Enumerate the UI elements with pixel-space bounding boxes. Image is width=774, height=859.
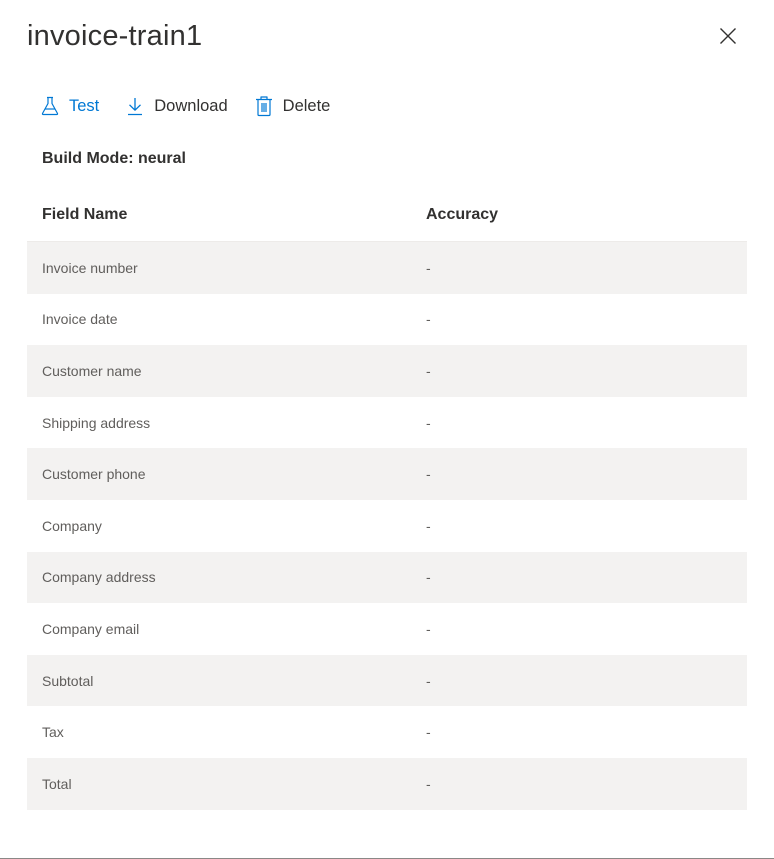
table-row[interactable]: Invoice number - bbox=[27, 242, 747, 294]
table-row[interactable]: Company address - bbox=[27, 551, 747, 604]
panel-title: invoice-train1 bbox=[27, 20, 203, 52]
field-name-cell: Company address bbox=[42, 569, 156, 586]
beaker-icon bbox=[39, 95, 61, 117]
field-name-cell: Company email bbox=[42, 620, 140, 637]
field-name-cell: Tax bbox=[42, 724, 64, 741]
delete-button-label: Delete bbox=[282, 96, 331, 115]
close-icon bbox=[719, 27, 737, 50]
accuracy-cell: - bbox=[426, 569, 431, 586]
test-button[interactable]: Test bbox=[36, 90, 102, 122]
download-button[interactable]: Download bbox=[121, 90, 230, 122]
download-icon bbox=[124, 95, 146, 117]
field-name-cell: Invoice date bbox=[42, 311, 118, 328]
download-button-label: Download bbox=[154, 96, 228, 115]
field-name-cell: Invoice number bbox=[42, 259, 138, 276]
field-name-cell: Subtotal bbox=[42, 672, 94, 689]
field-name-cell: Total bbox=[42, 775, 72, 792]
table-row[interactable]: Subtotal - bbox=[27, 654, 747, 707]
accuracy-cell: - bbox=[426, 466, 431, 483]
accuracy-cell: - bbox=[426, 620, 431, 637]
table-row[interactable]: Customer name - bbox=[27, 345, 747, 397]
column-header-accuracy[interactable]: Accuracy bbox=[411, 206, 747, 224]
table-row[interactable]: Company - bbox=[27, 500, 747, 552]
build-mode-label: Build Mode: neural bbox=[42, 150, 186, 167]
command-bar: Test Download Delete bbox=[36, 90, 352, 122]
table-row[interactable]: Total - bbox=[27, 757, 747, 810]
accuracy-cell: - bbox=[426, 775, 431, 792]
field-name-cell: Customer name bbox=[42, 362, 142, 379]
test-button-label: Test bbox=[69, 96, 100, 115]
accuracy-cell: - bbox=[426, 517, 431, 534]
accuracy-cell: - bbox=[426, 414, 431, 431]
accuracy-cell: - bbox=[426, 259, 431, 276]
trash-icon bbox=[253, 95, 275, 117]
table-row[interactable]: Tax - bbox=[27, 706, 747, 758]
field-accuracy-table: Field Name Accuracy Invoice number - Inv… bbox=[27, 189, 747, 810]
column-header-field-name[interactable]: Field Name bbox=[27, 206, 411, 224]
model-details-panel: invoice-train1 Test Download Delete Buil… bbox=[0, 0, 774, 859]
table-row[interactable]: Invoice date - bbox=[27, 294, 747, 346]
table-row[interactable]: Customer phone - bbox=[27, 448, 747, 500]
field-name-cell: Company bbox=[42, 517, 102, 534]
table-header: Field Name Accuracy bbox=[27, 189, 747, 242]
accuracy-cell: - bbox=[426, 672, 431, 689]
field-name-cell: Customer phone bbox=[42, 466, 146, 483]
table-row[interactable]: Company email - bbox=[27, 603, 747, 655]
table-row[interactable]: Shipping address - bbox=[27, 397, 747, 449]
close-button[interactable] bbox=[714, 24, 742, 52]
accuracy-cell: - bbox=[426, 724, 431, 741]
delete-button[interactable]: Delete bbox=[250, 90, 334, 122]
accuracy-cell: - bbox=[426, 311, 431, 328]
accuracy-cell: - bbox=[426, 362, 431, 379]
field-name-cell: Shipping address bbox=[42, 414, 151, 431]
